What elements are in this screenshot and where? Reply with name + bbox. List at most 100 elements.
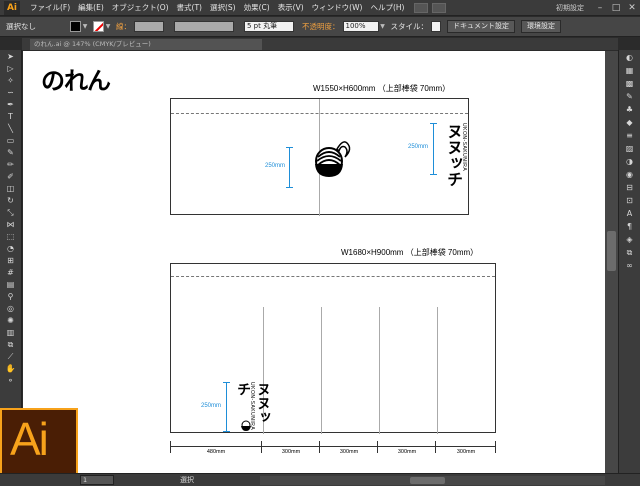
appearance-icon[interactable]: ◉ (623, 170, 637, 180)
menu-file[interactable]: ファイル(F) (26, 2, 74, 13)
split-line-4 (437, 307, 438, 434)
artboard-canvas[interactable]: のれん W1550×H600mm （上部棒袋 70mm） 250mm 250mm… (23, 51, 605, 473)
align-icon[interactable]: ⊟ (623, 183, 637, 193)
color-guide-icon[interactable]: ▦ (623, 66, 637, 76)
board2-size-label: W1680×H900mm （上部棒袋 70mm） (341, 248, 479, 257)
transparency-icon[interactable]: ◑ (623, 157, 637, 167)
hand-icon[interactable]: ✋ (4, 364, 18, 374)
noren-board-1[interactable]: 250mm 250mm ヌヌッチ UKON-SAKUNIRA (170, 98, 469, 216)
rectangle-tool-icon[interactable]: ▭ (4, 136, 18, 146)
fill-swatch[interactable] (70, 21, 81, 32)
blob-brush-icon[interactable]: ✐ (4, 172, 18, 182)
width-tool-icon[interactable]: ⋈ (4, 220, 18, 230)
menu-view[interactable]: 表示(V) (274, 2, 308, 13)
stroke-weight-field[interactable] (134, 21, 164, 32)
free-transform-icon[interactable]: ⬚ (4, 232, 18, 242)
perspective-grid-icon[interactable]: ⊞ (4, 256, 18, 266)
menu-window[interactable]: ウィンドウ(W) (308, 2, 367, 13)
zoom-icon[interactable]: ⚬ (4, 376, 18, 386)
gradient-panel-icon[interactable]: ▨ (623, 144, 637, 154)
document-tab[interactable]: のれん.ai @ 147% (CMYK/プレビュー) (30, 39, 262, 50)
links-icon[interactable]: ∞ (623, 261, 637, 271)
symbol-sprayer-icon[interactable]: ✺ (4, 316, 18, 326)
horizontal-scroll-thumb[interactable] (410, 477, 445, 484)
workspace-switcher[interactable]: 初期設定 (548, 3, 592, 13)
maximize-icon[interactable]: □ (608, 2, 624, 14)
illustrator-logo-icon: Ai (0, 408, 78, 478)
lasso-icon[interactable]: ∽ (4, 88, 18, 98)
chevron-down-icon[interactable]: ▼ (81, 22, 89, 32)
slice-icon[interactable]: ⟋ (4, 352, 18, 362)
height-measure-1 (286, 147, 293, 188)
bridge-icon[interactable] (414, 2, 429, 13)
arrange-documents-icon[interactable] (432, 2, 447, 13)
menu-effect[interactable]: 効果(C) (240, 2, 274, 13)
artboard-icon[interactable]: ⧉ (4, 340, 18, 350)
paintbrush-icon[interactable]: ✎ (4, 148, 18, 158)
swatches-icon[interactable]: ▩ (623, 79, 637, 89)
menu-bar: Ai ファイル(F) 編集(E) オブジェクト(O) 書式(T) 選択(S) 効… (0, 0, 640, 16)
preferences-button[interactable]: 環境設定 (521, 20, 561, 33)
pencil-icon[interactable]: ✏ (4, 160, 18, 170)
board1-size-label: W1550×H600mm （上部棒袋 70mm） (313, 84, 451, 93)
blend-icon[interactable]: ◎ (4, 304, 18, 314)
opacity-label[interactable]: 不透明度： (302, 21, 340, 32)
color-panel-icon[interactable]: ◐ (623, 53, 637, 63)
minimize-icon[interactable]: – (592, 2, 608, 14)
style-label: スタイル： (390, 22, 429, 31)
opacity-field[interactable]: 100% (342, 21, 379, 32)
chevron-down-icon[interactable]: ▼ (379, 22, 387, 32)
document-tab-bar: のれん.ai @ 147% (CMYK/プレビュー) (22, 38, 618, 50)
width-dim-1: 480mm (170, 441, 262, 455)
rotate-icon[interactable]: ↻ (4, 196, 18, 206)
eyedropper-icon[interactable]: ⚲ (4, 292, 18, 302)
graph-icon[interactable]: ▥ (4, 328, 18, 338)
eraser-icon[interactable]: ◫ (4, 184, 18, 194)
menu-edit[interactable]: 編集(E) (74, 2, 108, 13)
menu-type[interactable]: 書式(T) (173, 2, 206, 13)
graphic-styles-icon[interactable]: ◆ (623, 118, 637, 128)
menubar-right: 初期設定 – □ ✕ (548, 0, 640, 16)
mesh-icon[interactable]: # (4, 268, 18, 278)
character-icon[interactable]: A (623, 209, 637, 219)
close-icon[interactable]: ✕ (624, 2, 640, 14)
menu-select[interactable]: 選択(S) (206, 2, 240, 13)
noren-board-2[interactable]: 250mm ヌヌッチ UKON-SAKUNIRA (170, 263, 496, 434)
menu-help[interactable]: ヘルプ(H) (366, 2, 408, 13)
brush-field[interactable]: 5 pt 丸筆 (244, 21, 294, 32)
selection-status: 選択なし (6, 22, 36, 31)
split-line-3 (379, 307, 380, 434)
stroke-swatch[interactable] (93, 21, 104, 32)
gradient-icon[interactable]: ▤ (4, 280, 18, 290)
horizontal-scrollbar[interactable] (260, 476, 605, 485)
transform-icon[interactable]: ⊡ (623, 196, 637, 206)
stroke-panel-icon[interactable]: ≡ (623, 131, 637, 141)
scale-icon[interactable]: ⤡ (4, 208, 18, 218)
brushes-icon[interactable]: ✎ (623, 92, 637, 102)
magic-wand-icon[interactable]: ✧ (4, 76, 18, 86)
selection-tool-icon[interactable]: ➤ (4, 52, 18, 62)
pen-tool-icon[interactable]: ✒ (4, 100, 18, 110)
layers-icon[interactable]: ◈ (623, 235, 637, 245)
style-swatch[interactable] (431, 21, 441, 32)
direct-selection-tool-icon[interactable]: ▷ (4, 64, 18, 74)
menu-object[interactable]: オブジェクト(O) (108, 2, 173, 13)
line-tool-icon[interactable]: ╲ (4, 124, 18, 134)
status-tool[interactable]: 選択 (180, 475, 194, 485)
stroke-label[interactable]: 線： (116, 21, 131, 32)
symbols-icon[interactable]: ♣ (623, 105, 637, 115)
control-bar: 選択なし ▼ ▼ 線： 5 pt 丸筆 不透明度： 100% ▼ スタイル： ド… (0, 17, 640, 37)
paragraph-icon[interactable]: ¶ (623, 222, 637, 232)
shape-builder-icon[interactable]: ◔ (4, 244, 18, 254)
chevron-down-icon[interactable]: ▼ (104, 22, 112, 32)
type-tool-icon[interactable]: T (4, 112, 18, 122)
page-field[interactable]: 1 (80, 475, 114, 485)
ramen-bowl-small-icon (241, 420, 251, 431)
variable-width-field[interactable] (174, 21, 234, 32)
brand-logo-sub: UKON-SAKUNIRA (461, 123, 467, 172)
ramen-bowl-icon (315, 141, 351, 177)
vertical-scroll-thumb[interactable] (607, 231, 616, 271)
document-setup-button[interactable]: ドキュメント設定 (447, 20, 515, 33)
vertical-scrollbar[interactable] (605, 51, 618, 473)
artboards-icon[interactable]: ⧉ (623, 248, 637, 258)
